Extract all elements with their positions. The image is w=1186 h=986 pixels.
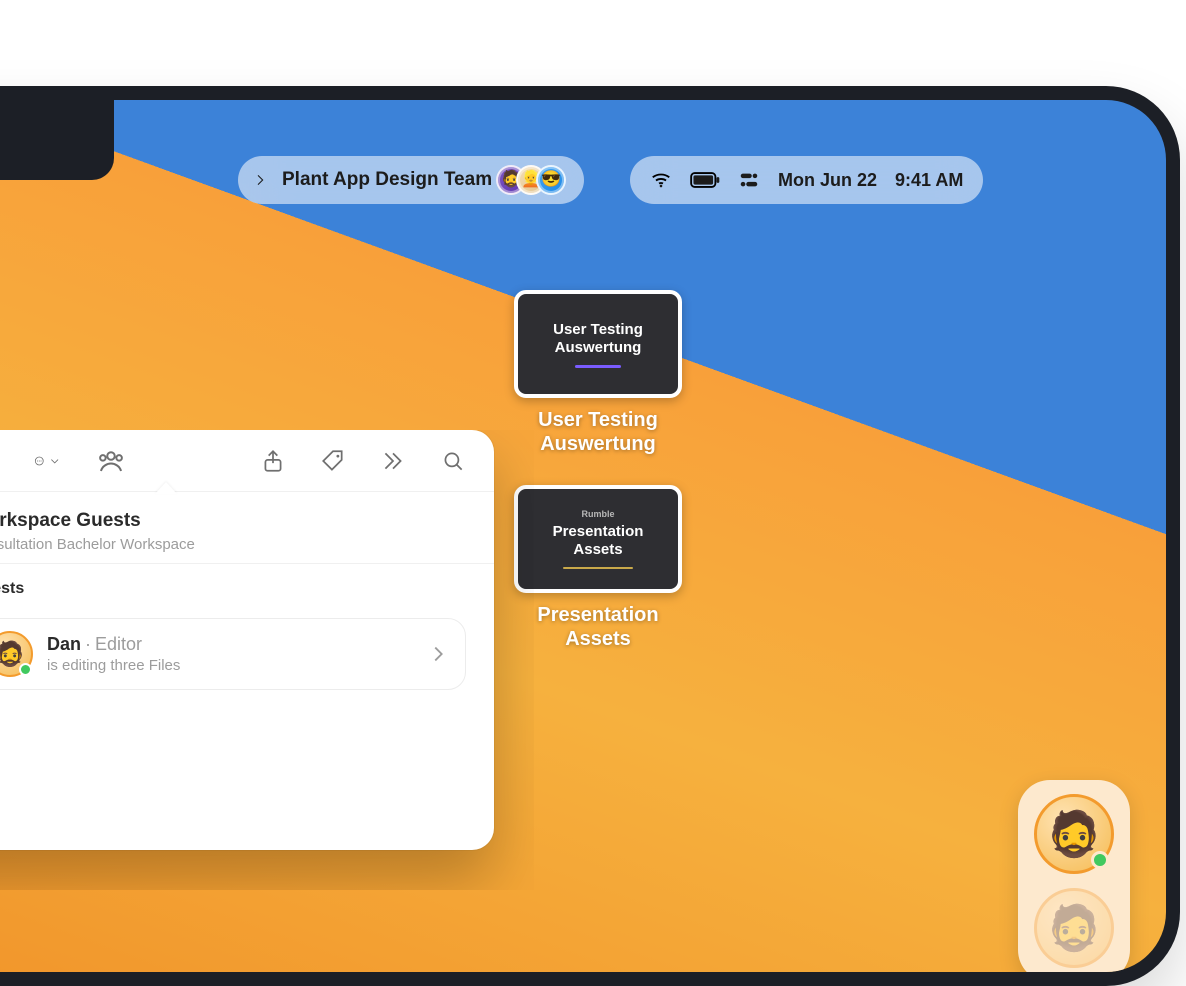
- popover-header: Workspace Guests Konsultation Bachelor W…: [0, 492, 494, 563]
- file-label-line: Assets: [565, 628, 631, 650]
- thumb-title-line: Auswertung: [555, 339, 642, 357]
- team-name-label: Plant App Design Team: [282, 169, 492, 191]
- wifi-icon[interactable]: [650, 169, 672, 191]
- thumb-title-line: Assets: [573, 541, 622, 559]
- thumb-accent-underline: [563, 567, 633, 569]
- desktop-screen: Plant App Design Team Mon Jun 22 9:41 AM…: [0, 100, 1166, 972]
- separator-dot: ·: [81, 634, 95, 654]
- guests-section-header: Guests: [0, 563, 494, 606]
- battery-icon[interactable]: [690, 169, 720, 191]
- thumb-title-line: User Testing: [553, 321, 643, 339]
- file-label-line: Auswertung: [540, 433, 656, 455]
- guest-avatar: [0, 631, 33, 677]
- window-toolbar: [0, 430, 494, 492]
- more-button[interactable]: [380, 448, 406, 474]
- actions-menu-button[interactable]: [34, 448, 60, 474]
- popover-arrow: [155, 482, 177, 494]
- team-avatar-stack: [506, 165, 566, 195]
- chevron-right-icon: [252, 172, 268, 188]
- popover-subtitle: Konsultation Bachelor Workspace: [0, 536, 470, 553]
- team-menu-pill[interactable]: Plant App Design Team: [238, 156, 584, 204]
- file-label-line: User Testing: [538, 409, 658, 431]
- app-window: Workspace Guests Konsultation Bachelor W…: [0, 430, 494, 850]
- guest-name: Dan: [47, 634, 81, 654]
- file-label: Presentation Assets: [514, 603, 682, 651]
- guest-status: is editing three Files: [47, 657, 413, 674]
- file-thumbnail: Rumble Presentation Assets: [514, 485, 682, 593]
- chevron-right-icon: [427, 643, 449, 665]
- file-thumbnail: User Testing Auswertung: [514, 290, 682, 398]
- section-label: Guests: [0, 580, 470, 598]
- thumb-title-line: Presentation: [553, 523, 644, 541]
- thumb-accent-underline: [575, 365, 621, 368]
- thumb-subtitle: Rumble: [581, 509, 614, 520]
- file-label: User Testing Auswertung: [514, 408, 682, 456]
- contact-avatar[interactable]: [1034, 888, 1114, 968]
- tag-button[interactable]: [320, 448, 346, 474]
- contact-avatar[interactable]: [1034, 794, 1114, 874]
- search-button[interactable]: [440, 448, 466, 474]
- menubar-time[interactable]: 9:41 AM: [895, 170, 963, 191]
- people-button[interactable]: [94, 446, 128, 476]
- popover-title: Workspace Guests: [0, 510, 470, 532]
- desktop-file[interactable]: Rumble Presentation Assets Presentation …: [514, 485, 682, 651]
- guest-role: Editor: [95, 634, 142, 654]
- control-center-icon[interactable]: [738, 169, 760, 191]
- file-label-line: Presentation: [537, 604, 658, 626]
- menubar-date[interactable]: Mon Jun 22: [778, 170, 877, 191]
- display-notch: [0, 100, 114, 180]
- avatar: [536, 165, 566, 195]
- guest-row[interactable]: Dan·Editor is editing three Files: [0, 618, 466, 690]
- presence-indicator: [1091, 851, 1109, 869]
- guest-meta: Dan·Editor is editing three Files: [47, 634, 413, 674]
- share-button[interactable]: [260, 448, 286, 474]
- presence-indicator: [19, 663, 32, 676]
- status-bar: Mon Jun 22 9:41 AM: [630, 156, 983, 204]
- desktop-file[interactable]: User Testing Auswertung User Testing Aus…: [514, 290, 682, 456]
- contact-widget[interactable]: [1018, 780, 1130, 972]
- device-frame: Plant App Design Team Mon Jun 22 9:41 AM…: [0, 86, 1180, 986]
